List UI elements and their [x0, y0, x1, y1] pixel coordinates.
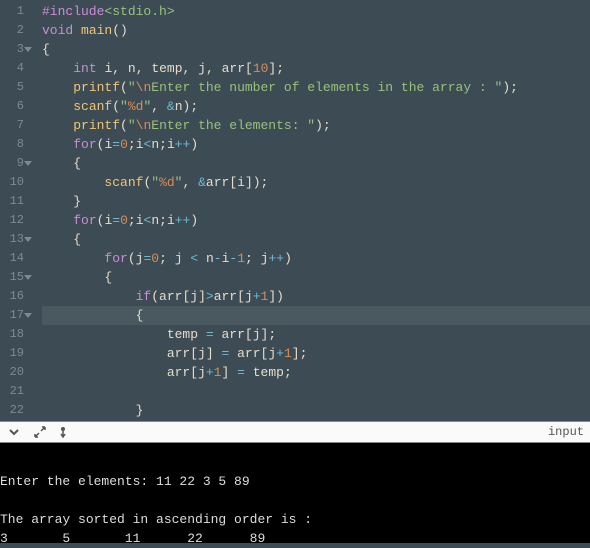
line-number: 7 [6, 116, 24, 135]
terminal-output[interactable]: Enter the elements: 11 22 3 5 89 The arr… [0, 443, 590, 543]
line-number: 21 [6, 382, 24, 401]
code-line[interactable]: temp = arr[j]; [42, 325, 590, 344]
line-number: 13 [6, 230, 24, 249]
terminal-toolbar: input [0, 421, 590, 443]
code-line[interactable]: { [42, 40, 590, 59]
line-number: 12 [6, 211, 24, 230]
code-line[interactable] [42, 382, 590, 401]
line-number: 10 [6, 173, 24, 192]
code-line[interactable]: scanf("%d", &n); [42, 97, 590, 116]
code-line[interactable]: } [42, 401, 590, 420]
line-number: 11 [6, 192, 24, 211]
chevron-down-icon[interactable] [6, 424, 22, 440]
line-number: 22 [6, 401, 24, 420]
code-line[interactable]: void main() [42, 21, 590, 40]
line-number: 17 [6, 306, 24, 325]
line-number: 3 [6, 40, 24, 59]
code-line[interactable]: arr[j+1] = temp; [42, 363, 590, 382]
code-line[interactable]: scanf("%d", &arr[i]); [42, 173, 590, 192]
line-number: 19 [6, 344, 24, 363]
line-number: 2 [6, 21, 24, 40]
code-line[interactable]: { [42, 306, 590, 325]
line-number: 18 [6, 325, 24, 344]
code-line[interactable]: for(i=0;i<n;i++) [42, 211, 590, 230]
line-number: 20 [6, 363, 24, 382]
line-number-gutter: 12345678910111213141516171819202122 [0, 0, 34, 421]
line-number: 4 [6, 59, 24, 78]
line-number: 1 [6, 2, 24, 21]
code-line[interactable]: if(arr[j]>arr[j+1]) [42, 287, 590, 306]
code-line[interactable]: for(i=0;i<n;i++) [42, 135, 590, 154]
code-line[interactable]: printf("\nEnter the number of elements i… [42, 78, 590, 97]
code-line[interactable]: { [42, 268, 590, 287]
line-number: 15 [6, 268, 24, 287]
code-editor[interactable]: 12345678910111213141516171819202122 #inc… [0, 0, 590, 421]
code-line[interactable]: { [42, 230, 590, 249]
line-number: 9 [6, 154, 24, 173]
code-area[interactable]: #include<stdio.h>void main(){ int i, n, … [34, 0, 590, 421]
line-number: 6 [6, 97, 24, 116]
code-line[interactable]: int i, n, temp, j, arr[10]; [42, 59, 590, 78]
code-line[interactable]: #include<stdio.h> [42, 2, 590, 21]
code-line[interactable]: { [42, 154, 590, 173]
code-line[interactable]: } [42, 192, 590, 211]
step-icon[interactable] [58, 424, 74, 440]
line-number: 16 [6, 287, 24, 306]
line-number: 8 [6, 135, 24, 154]
code-line[interactable]: arr[j] = arr[j+1]; [42, 344, 590, 363]
input-label: input [548, 425, 584, 439]
line-number: 14 [6, 249, 24, 268]
code-line[interactable]: printf("\nEnter the elements: "); [42, 116, 590, 135]
line-number: 5 [6, 78, 24, 97]
expand-icon[interactable] [32, 424, 48, 440]
code-line[interactable]: for(j=0; j < n-i-1; j++) [42, 249, 590, 268]
